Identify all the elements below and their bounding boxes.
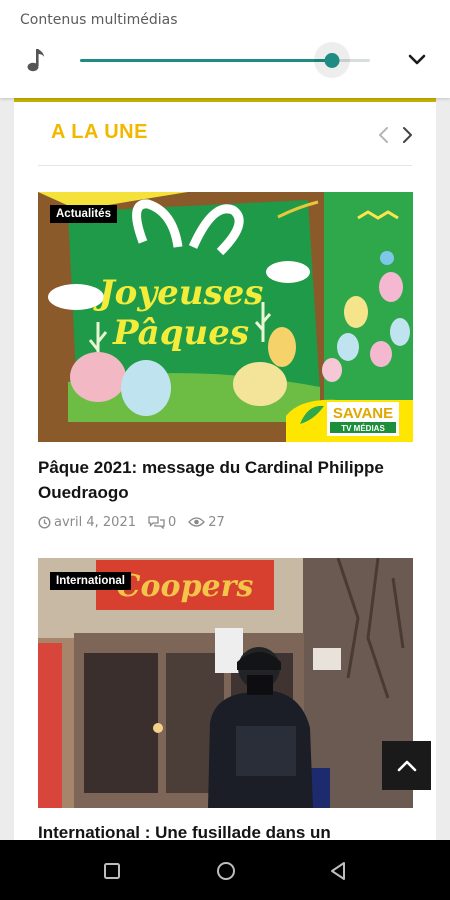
section-divider: [38, 165, 412, 166]
article-comments[interactable]: 0: [148, 515, 176, 530]
section-title: A LA UNE: [51, 121, 148, 143]
article-meta: avril 4, 2021 0 27: [38, 513, 237, 531]
easter-illustration: Joyeuses Pâques SAVANE TV MÉDIAS: [38, 192, 413, 442]
volume-slider[interactable]: [80, 42, 370, 78]
svg-text:Pâques: Pâques: [112, 313, 249, 353]
article-image-easter[interactable]: Joyeuses Pâques SAVANE TV MÉDIAS: [38, 192, 413, 442]
chevron-up-icon: [397, 760, 416, 771]
square-recents-icon[interactable]: [102, 861, 122, 881]
volume-slider-fill: [80, 59, 333, 62]
volume-slider-thumb[interactable]: [324, 53, 340, 68]
category-badge[interactable]: Actualités: [50, 205, 117, 223]
article-title[interactable]: Pâque 2021: message du Cardinal Philippe…: [38, 455, 413, 505]
article-date: avril 4, 2021: [38, 515, 136, 530]
media-panel-title: Contenus multimédias: [20, 12, 178, 28]
triangle-back-icon[interactable]: [328, 860, 348, 882]
circle-home-icon[interactable]: [215, 860, 237, 882]
article-date-text: avril 4, 2021: [54, 514, 136, 530]
system-navigation-bar: [0, 840, 450, 900]
eye-icon: [188, 517, 206, 527]
chevron-right-icon[interactable]: [399, 126, 415, 144]
category-badge[interactable]: International: [50, 572, 132, 590]
comments-icon: [148, 515, 165, 529]
news-photo: Coopers: [38, 558, 413, 808]
chevron-down-icon[interactable]: [405, 50, 429, 70]
music-note-icon[interactable]: [23, 46, 47, 74]
clock-icon: [38, 515, 51, 529]
svg-text:SAVANE: SAVANE: [333, 405, 393, 422]
scroll-to-top-button[interactable]: [382, 741, 431, 790]
article-views: 27: [188, 515, 225, 530]
svg-text:Joyeuses: Joyeuses: [93, 273, 264, 313]
chevron-left-icon[interactable]: [376, 126, 392, 144]
comment-count: 0: [167, 514, 177, 530]
svg-text:Coopers: Coopers: [117, 569, 254, 604]
article-image-international[interactable]: Coopers: [38, 558, 413, 808]
media-controls-panel: Contenus multimédias: [0, 0, 450, 98]
view-count: 27: [208, 514, 225, 530]
svg-text:TV MÉDIAS: TV MÉDIAS: [341, 424, 385, 433]
